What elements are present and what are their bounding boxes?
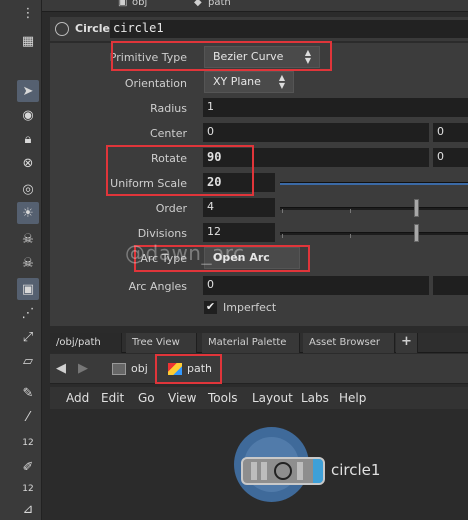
select-tool-icon[interactable]: ➤ [17,80,39,102]
radius-label: Radius [150,102,187,115]
center-y-field[interactable]: 0 [433,123,468,142]
rotate-y-field[interactable]: 0 [433,148,468,167]
top-obj-label[interactable]: obj [132,0,147,8]
grid-icon[interactable]: ▦ [17,30,39,52]
arc-angles-label: Arc Angles [128,280,187,293]
highlight-primitive-type [111,41,332,71]
menu-go[interactable]: Go [138,391,155,405]
houdini-window: ◧ ( ⋮ ▦ ➤ ◉ 🔒︎ ⊗ ◎ ☀ ☠ ☠ ▣ ⋰ ⤢ ▱ ✎ ⁄ 12 … [0,0,468,520]
node-stripe [251,462,257,480]
node-type-label: Circle [75,22,111,35]
magnet-icon[interactable]: ◎ [17,178,39,200]
node-header: Circle circle1 [50,17,468,41]
node-name-field[interactable]: circle1 [110,20,468,38]
order-slider-tick [350,209,351,213]
node-stripe [261,462,267,480]
node-stripe [297,462,303,480]
order-slider-handle[interactable] [414,199,419,217]
obj-network-icon [112,363,126,375]
circle-node[interactable] [241,457,325,485]
view-icon[interactable]: ◉ [17,104,39,126]
center-x-field[interactable]: 0 [203,123,429,142]
normals-icon[interactable]: ⤢ [17,326,39,348]
skull-icon[interactable]: ☠ [17,228,39,250]
top-path-label[interactable]: path [208,0,231,8]
divisions-slider-tick [350,234,351,238]
menu-labs[interactable]: Labs [301,391,329,405]
orientation-dropdown[interactable]: XY Plane ▲ ▼ [204,71,294,93]
arc-angles-end-field[interactable] [433,276,468,295]
dropdown-arrows-icon: ▲ ▼ [278,73,285,90]
breadcrumb-obj-label: obj [131,362,148,375]
menu-view[interactable]: View [168,391,196,405]
add-tab-button[interactable]: + [396,333,418,353]
menu-layout[interactable]: Layout [252,391,293,405]
order-slider[interactable] [280,207,468,210]
divisions-label: Divisions [137,227,187,240]
arc-angles-start-field[interactable]: 0 [203,276,429,295]
pane-tab-bar: /obj/path Tree View Material Palette Ass… [50,333,468,353]
divisions-field[interactable]: 12 [203,223,275,242]
number-12-icon[interactable]: 12 [17,432,39,454]
order-slider-tick [282,209,283,213]
top-path-icon: ◆ [194,0,202,8]
points-icon[interactable]: ⋰ [17,302,39,324]
forward-arrow-icon[interactable]: ▶ [78,361,88,376]
path-bar: ◀ ▶ obj path [50,354,468,384]
tab-obj-path[interactable]: /obj/path [50,333,122,353]
menu-help[interactable]: Help [339,391,366,405]
menu-icon[interactable]: ⋮ [17,2,39,24]
parameter-panel: Primitive Type Bezier Curve ▲ ▼ Orientati… [50,41,468,326]
order-field[interactable]: 4 [203,198,275,217]
orientation-label: Orientation [124,77,187,90]
lock-icon[interactable]: 🔒︎ [17,128,39,150]
orientation-value: XY Plane [213,75,261,88]
pencil-icon[interactable]: ✎ [17,382,39,404]
watermark-text: @dawn_arc [125,241,245,265]
radius-field[interactable]: 1 [203,98,468,117]
divisions-slider-handle[interactable] [414,224,419,242]
display-icon[interactable]: ▣ [17,278,39,300]
brush-icon[interactable]: ✐ [17,456,39,478]
tab-tree-view[interactable]: Tree View [126,333,197,353]
wire-icon[interactable]: ▱ [17,350,39,372]
highlight-rotate-scale [106,145,254,196]
left-toolbar: ⋮ ▦ ➤ ◉ 🔒︎ ⊗ ◎ ☀ ☠ ☠ ▣ ⋰ ⤢ ▱ ✎ ⁄ 12 ✐ 12… [0,0,42,520]
snap-icon[interactable]: ⊗ [17,152,39,174]
uniform-scale-slider[interactable] [280,182,468,185]
network-view[interactable]: circle1 [50,409,468,520]
tag-icon[interactable]: ⊿ [17,498,39,520]
light-icon[interactable]: ☀ [17,202,39,224]
divisions-slider-tick [282,234,283,238]
highlight-path-crumb [155,354,222,384]
divisions-slider[interactable] [280,232,468,235]
node-circle-icon [274,462,292,480]
center-label: Center [149,127,187,140]
top-bar: ▣ obj ◆ path [42,0,468,12]
menu-add[interactable]: Add [66,391,89,405]
pin-icon[interactable]: ⁄ [17,406,39,428]
skull-outline-icon[interactable]: ☠ [17,252,39,274]
imperfect-label: Imperfect [223,301,277,314]
tab-asset-browser[interactable]: Asset Browser [303,333,395,353]
menu-tools[interactable]: Tools [208,391,238,405]
menu-edit[interactable]: Edit [101,391,124,405]
imperfect-checkbox[interactable]: ✔ [204,301,217,314]
circle-node-icon [55,22,69,36]
top-obj-icon: ▣ [118,0,128,8]
node-display-flag[interactable] [313,459,323,483]
order-label: Order [155,202,187,215]
breadcrumb-obj[interactable]: obj [106,358,154,380]
number-12-alt-icon[interactable]: 12 [17,478,39,500]
tab-material-palette[interactable]: Material Palette [202,333,300,353]
back-arrow-icon[interactable]: ◀ [56,361,66,376]
node-label: circle1 [331,461,381,479]
network-menu-bar: Add Edit Go View Tools Layout Labs Help [50,387,468,409]
